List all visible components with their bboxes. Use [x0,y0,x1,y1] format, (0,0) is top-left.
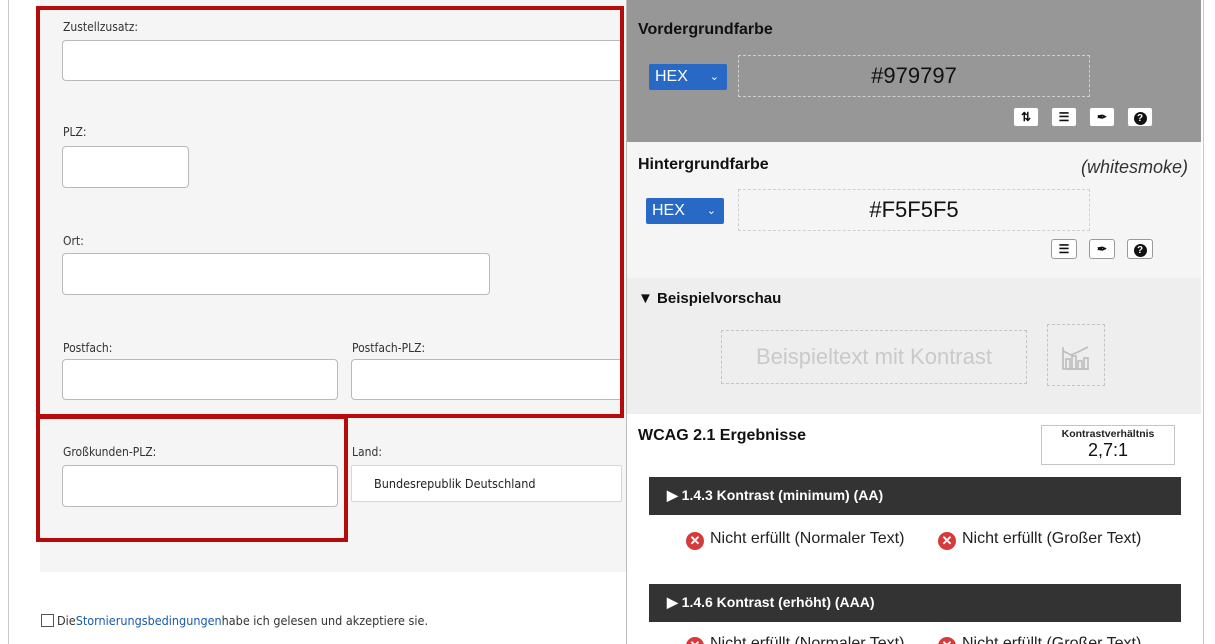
foreground-help-button[interactable]: ? [1127,107,1153,127]
contrast-checker-panel: Vordergrundfarbe HEX ⌄ #979797 ⇅ ☰ ✒ ? H… [626,0,1201,644]
result-text: Nicht erfüllt (Großer Text) [962,530,1142,547]
ort-label: Ort: [63,234,84,248]
background-adjust-button[interactable]: ☰ [1051,239,1077,259]
fail-icon: ✕ [938,532,956,550]
wcag-results-title: WCAG 2.1 Ergebnisse [638,427,807,444]
ort-input[interactable] [62,253,490,295]
background-color-name: (whitesmoke) [1080,157,1188,177]
plz-label: PLZ: [63,125,87,139]
chevron-down-icon: ⌄ [706,205,716,217]
contrast-ratio-value: 2,7:1 [1087,440,1129,460]
terms-checkbox[interactable] [41,614,54,627]
fail-icon: ✕ [686,637,704,644]
terms-link[interactable]: Stornierungsbedingungen [76,613,222,628]
swap-colors-button[interactable]: ⇅ [1013,107,1039,127]
postfach-plz-input[interactable] [351,359,622,400]
foreground-format-label: HEX [655,68,688,85]
swap-arrows-icon: ⇅ [1020,110,1032,124]
fail-icon: ✕ [686,532,704,550]
fail-icon: ✕ [938,637,956,644]
foreground-adjust-button[interactable]: ☰ [1051,107,1077,127]
grosskunden-plz-input[interactable] [62,465,338,507]
background-section: Hintergrundfarbe (whitesmoke) HEX ⌄ #F5F… [627,142,1201,278]
land-select[interactable]: Bundesrepublik Deutschland [351,465,622,502]
eyedropper-icon: ✒ [1096,242,1108,256]
address-form: Zustellzusatz: PLZ: Ort: Postfach: Postf… [0,0,628,644]
zustellzusatz-label: Zustellzusatz: [63,20,139,34]
criterion-1-4-3-normal-result: ✕ Nicht erfüllt (Normaler Text) [686,530,926,550]
foreground-section: Vordergrundfarbe HEX ⌄ #979797 ⇅ ☰ ✒ ? [627,0,1201,142]
page-border [1203,0,1204,644]
chevron-down-icon: ⌄ [709,71,719,83]
foreground-hex-input[interactable]: #979797 [738,55,1090,97]
terms-agreement: Die Stornierungsbedingungen habe ich gel… [41,613,428,628]
postfach-input[interactable] [62,359,338,400]
foreground-format-select[interactable]: HEX ⌄ [649,64,727,90]
help-icon: ? [1133,244,1147,257]
postfach-label: Postfach: [63,341,113,355]
preview-sample-text: Beispieltext mit Kontrast [721,330,1027,384]
help-icon: ? [1133,112,1147,125]
background-format-select[interactable]: HEX ⌄ [646,198,724,224]
sliders-icon: ☰ [1058,110,1070,124]
chart-icon [1062,346,1089,370]
postfach-plz-label: Postfach-PLZ: [352,341,426,355]
foreground-eyedropper-button[interactable]: ✒ [1089,107,1115,127]
zustellzusatz-input[interactable] [62,40,622,81]
criterion-1-4-6-toggle[interactable]: ▶ 1.4.6 Kontrast (erhöht) (AAA) [649,584,1181,622]
criterion-1-4-6-large-result: ✕ Nicht erfüllt (Großer Text) [938,635,1188,644]
eyedropper-icon: ✒ [1096,110,1108,124]
terms-suffix: habe ich gelesen und akzeptiere sie. [221,613,429,628]
result-text: Nicht erfüllt (Normaler Text) [710,530,905,547]
terms-prefix: Die [57,613,76,628]
contrast-ratio-box: Kontrastverhältnis 2,7:1 [1041,425,1175,465]
result-text: Nicht erfüllt (Normaler Text) [710,635,905,644]
background-eyedropper-button[interactable]: ✒ [1089,239,1115,259]
background-title: Hintergrundfarbe [638,156,769,173]
page-border [8,0,9,644]
preview-chart-icon-box [1047,324,1105,386]
criterion-1-4-3-large-result: ✕ Nicht erfüllt (Großer Text) [938,530,1188,550]
foreground-title: Vordergrundfarbe [638,21,773,38]
criterion-1-4-6-normal-result: ✕ Nicht erfüllt (Normaler Text) [686,635,926,644]
background-help-button[interactable]: ? [1127,239,1153,259]
land-label: Land: [352,445,382,459]
contrast-ratio-label: Kontrastverhältnis [1061,428,1155,440]
plz-input[interactable] [62,146,189,188]
background-format-label: HEX [652,202,685,219]
preview-toggle[interactable]: ▼ Beispielvorschau [638,290,781,307]
criterion-1-4-3-toggle[interactable]: ▶ 1.4.3 Kontrast (minimum) (AA) [649,477,1181,515]
sliders-icon: ☰ [1058,242,1070,256]
background-hex-input[interactable]: #F5F5F5 [738,189,1090,231]
result-text: Nicht erfüllt (Großer Text) [962,635,1142,644]
grosskunden-plz-label: Großkunden-PLZ: [63,445,157,459]
